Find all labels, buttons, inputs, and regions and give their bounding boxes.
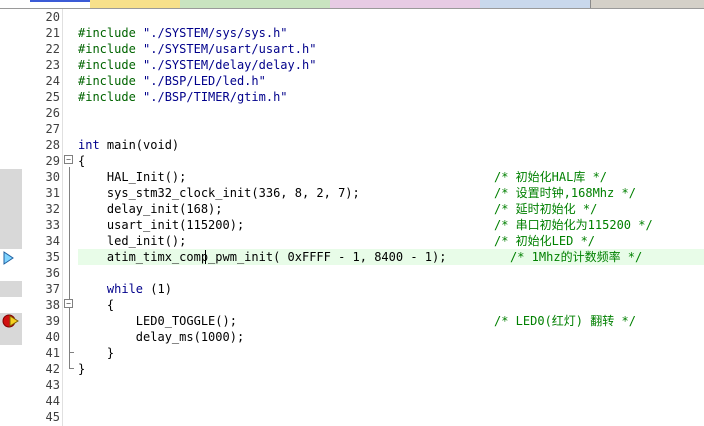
gutter-mark (0, 169, 22, 249)
code-text: usart_init(115200); (78, 218, 245, 232)
code-text: } (78, 346, 115, 360)
code-text: (1) (143, 282, 172, 296)
tab-active[interactable] (30, 0, 91, 8)
code-line[interactable]: #include "./SYSTEM/sys/sys.h" (78, 25, 288, 41)
text-caret (205, 250, 206, 264)
code-comment: /* 1Mhz的计数频率 */ (510, 250, 643, 264)
code-text: { (78, 298, 115, 312)
tab[interactable] (480, 0, 591, 8)
preprocessor-directive: #include (78, 90, 136, 104)
code-line[interactable]: int main(void) (78, 137, 179, 153)
code-line[interactable]: } (78, 361, 85, 377)
code-comment: /* 初始化HAL库 */ (494, 170, 608, 184)
fold-end-mark (69, 368, 74, 369)
line-number: 40 (45, 330, 60, 344)
preprocessor-directive: #include (78, 42, 136, 56)
line-number: 22 (45, 42, 60, 56)
line-number: 34 (45, 234, 60, 248)
code-line[interactable]: HAL_Init(); (78, 169, 186, 185)
tab[interactable] (330, 0, 481, 8)
line-number: 45 (45, 410, 60, 424)
line-number: 33 (45, 218, 60, 232)
line-number: 42 (45, 362, 60, 376)
fold-toggle-icon[interactable]: − (64, 299, 73, 308)
line-number: 25 (45, 90, 60, 104)
preprocessor-directive: #include (78, 58, 136, 72)
keyword: int (78, 138, 100, 152)
code-line[interactable]: led_init(); (78, 233, 186, 249)
code-comment: /* 串口初始化为115200 */ (494, 218, 653, 232)
line-number: 36 (45, 266, 60, 280)
code-text: { (78, 154, 86, 168)
line-number: 43 (45, 378, 60, 392)
line-number: 44 (45, 394, 60, 408)
code-text: } (78, 362, 86, 376)
current-line-arrow-icon (3, 251, 14, 265)
code-text: delay_ms(1000); (78, 330, 245, 344)
code-line[interactable]: #include "./BSP/TIMER/gtim.h" (78, 89, 288, 105)
code-line[interactable]: { (78, 153, 85, 169)
code-line[interactable]: delay_init(168); (78, 201, 223, 217)
line-number: 27 (45, 122, 60, 136)
code-line[interactable]: while (1) (78, 281, 172, 297)
code-line[interactable]: #include "./SYSTEM/delay/delay.h" (78, 57, 316, 73)
line-number: 23 (45, 58, 60, 72)
line-number: 39 (45, 314, 60, 328)
line-number: 37 (45, 282, 60, 296)
line-number: 28 (45, 138, 60, 152)
include-path: "./BSP/TIMER/gtim.h" (143, 90, 288, 104)
include-path: "./SYSTEM/usart/usart.h" (143, 42, 317, 56)
code-text: LED0_TOGGLE(); (78, 314, 237, 328)
code-text: HAL_Init(); (78, 170, 187, 184)
code-line[interactable]: sys_stm32_clock_init(336, 8, 2, 7); (78, 185, 360, 201)
code-comment: /* LED0(红灯) 翻转 */ (494, 314, 636, 328)
code-comment: /* 初始化LED */ (494, 234, 596, 248)
line-number: 31 (45, 186, 60, 200)
line-number: 21 (45, 26, 60, 40)
preprocessor-directive: #include (78, 26, 136, 40)
line-number: 24 (45, 74, 60, 88)
code-line[interactable]: #include "./SYSTEM/usart/usart.h" (78, 41, 316, 57)
code-text: led_init(); (78, 234, 187, 248)
line-number: 41 (45, 346, 60, 360)
editor-tab-bar (0, 0, 704, 9)
code-text: atim_timx_comp_pwm_init( 0xFFFF - 1, 840… (78, 250, 447, 264)
preprocessor-directive: #include (78, 74, 136, 88)
code-text: sys_stm32_clock_init(336, 8, 2, 7); (78, 186, 360, 200)
line-number: 35 (45, 250, 60, 264)
code-text: main(void) (99, 138, 180, 152)
include-path: "./SYSTEM/delay/delay.h" (143, 58, 317, 72)
tab[interactable] (180, 0, 331, 8)
code-line[interactable]: { (78, 297, 114, 313)
tab[interactable] (0, 0, 31, 8)
code-line[interactable]: atim_timx_comp_pwm_init( 0xFFFF - 1, 840… (78, 249, 447, 265)
include-path: "./BSP/LED/led.h" (143, 74, 266, 88)
fold-toggle-icon[interactable]: − (64, 155, 73, 164)
include-path: "./SYSTEM/sys/sys.h" (143, 26, 288, 40)
line-number: 38 (45, 298, 60, 312)
line-number: 26 (45, 106, 60, 120)
code-line[interactable]: } (78, 345, 114, 361)
line-number: 30 (45, 170, 60, 184)
fold-end-mark (69, 352, 74, 353)
tab[interactable] (90, 0, 181, 8)
breakpoint-icon[interactable] (2, 313, 20, 329)
code-line[interactable]: #include "./BSP/LED/led.h" (78, 73, 266, 89)
line-number: 20 (45, 10, 60, 24)
code-text: delay_init(168); (78, 202, 223, 216)
breakpoint-gutter[interactable] (0, 9, 22, 426)
fold-guide (69, 167, 70, 368)
line-number: 32 (45, 202, 60, 216)
code-comment: /* 设置时钟,168Mhz */ (494, 186, 636, 200)
code-line[interactable]: LED0_TOGGLE(); (78, 313, 237, 329)
code-comment: /* 延时初始化 */ (494, 202, 598, 216)
line-number: 29 (45, 154, 60, 168)
gutter-mark (0, 281, 22, 297)
keyword: while (106, 282, 144, 296)
code-line[interactable]: delay_ms(1000); (78, 329, 244, 345)
code-line[interactable]: usart_init(115200); (78, 217, 244, 233)
